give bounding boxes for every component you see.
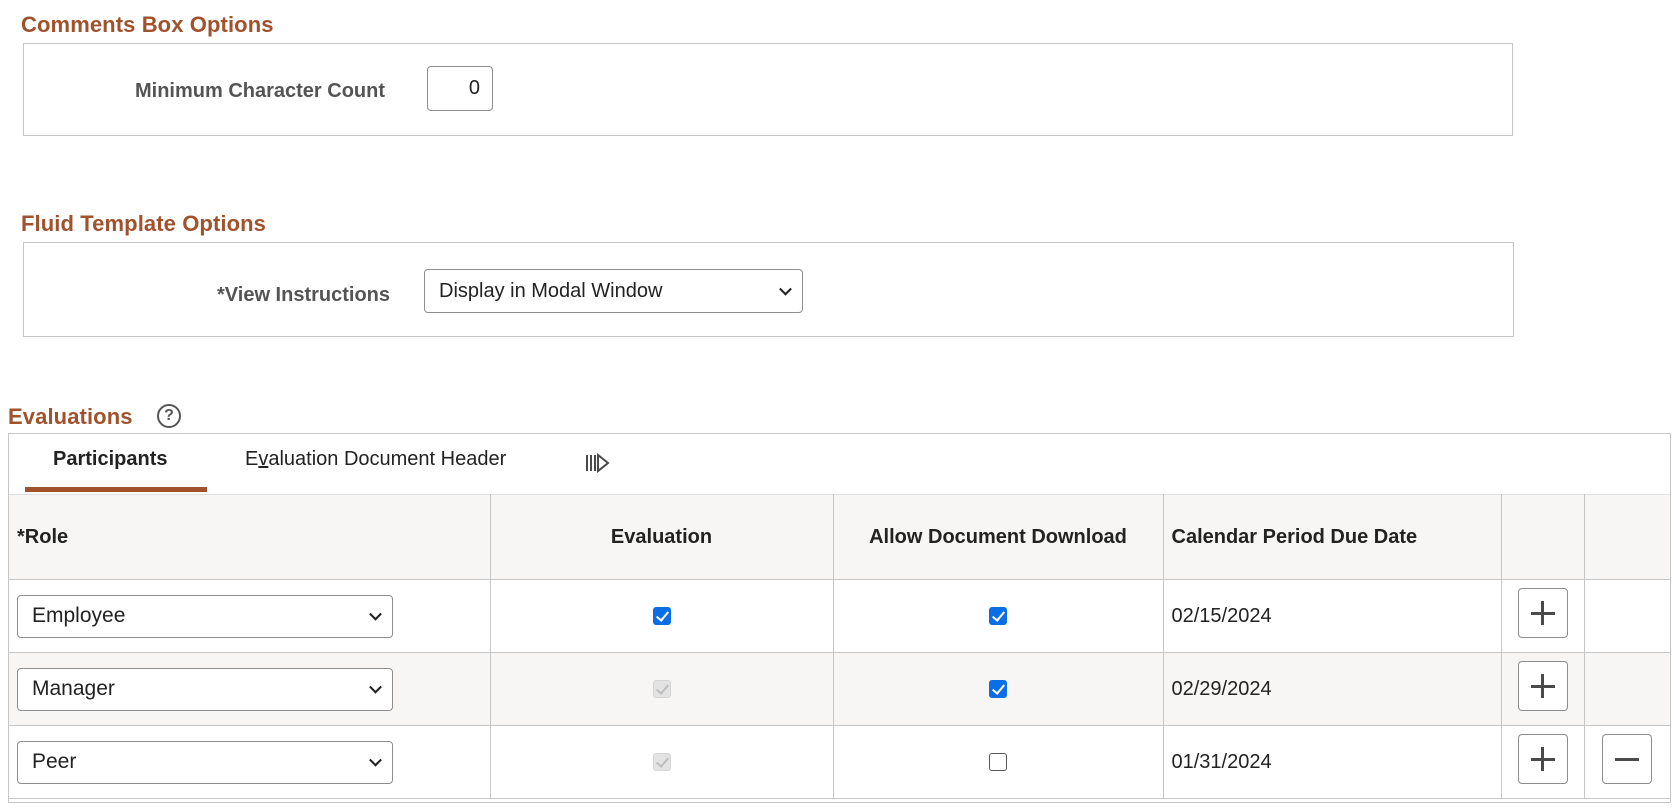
- table-row: Peer 01/31/2024: [9, 725, 1670, 799]
- show-all-columns-icon[interactable]: [584, 450, 610, 476]
- minus-icon: [1615, 757, 1640, 761]
- role-select[interactable]: Employee: [17, 594, 393, 638]
- role-value: Manager: [32, 677, 115, 700]
- allow-download-cell: [833, 652, 1164, 726]
- delete-row-button[interactable]: [1602, 734, 1653, 784]
- evaluation-cell: [490, 579, 834, 653]
- view-instructions-select[interactable]: Display in Modal Window: [424, 269, 803, 313]
- chevron-down-icon: [779, 282, 792, 296]
- tab-access-key: v: [258, 448, 269, 470]
- chevron-down-icon: [369, 607, 382, 621]
- participants-table: *Role Evaluation Allow Document Download…: [9, 494, 1670, 799]
- col-header-add: [1501, 494, 1585, 580]
- plus-icon-bar: [1541, 747, 1544, 771]
- evaluations-grid: Participants Evaluation Document Header …: [8, 433, 1671, 803]
- role-value: Employee: [32, 604, 126, 627]
- due-date-cell: 01/31/2024: [1163, 725, 1502, 799]
- col-header-evaluation[interactable]: Evaluation: [490, 494, 834, 580]
- col-header-role[interactable]: *Role: [9, 494, 491, 580]
- plus-icon-bar: [1541, 674, 1544, 698]
- tab-evaluation-document-header[interactable]: Evaluation Document Header: [245, 448, 506, 471]
- tab-label-pre: E: [245, 448, 259, 470]
- add-cell: [1501, 579, 1585, 653]
- tab-participants[interactable]: Participants: [53, 448, 167, 471]
- tab-label-post: aluation Document Header: [268, 448, 507, 470]
- table-row: Manager 02/29/2024: [9, 652, 1670, 726]
- col-header-due-date[interactable]: Calendar Period Due Date: [1163, 494, 1502, 580]
- table-header-row: *Role Evaluation Allow Document Download…: [9, 494, 1670, 580]
- evaluation-cell: [490, 652, 834, 726]
- role-value: Peer: [32, 750, 77, 773]
- add-row-button[interactable]: [1517, 588, 1568, 638]
- delete-cell: [1584, 725, 1670, 799]
- evaluation-checkbox: [652, 753, 671, 772]
- due-date-cell: 02/15/2024: [1163, 579, 1502, 653]
- active-tab-indicator: [25, 487, 207, 492]
- add-cell: [1501, 652, 1585, 726]
- chevron-down-icon: [369, 753, 382, 767]
- chevron-down-icon: [369, 680, 382, 694]
- add-cell: [1501, 725, 1585, 799]
- role-select[interactable]: Peer: [17, 740, 393, 784]
- view-instructions-value: Display in Modal Window: [439, 279, 663, 302]
- role-cell: Peer: [9, 725, 491, 799]
- col-header-allow-download[interactable]: Allow Document Download: [833, 494, 1164, 580]
- view-instructions-label: *View Instructions: [217, 284, 391, 306]
- comments-box-group: Minimum Character Count 0: [23, 43, 1513, 136]
- evaluation-cell: [490, 725, 834, 799]
- fluid-template-group: *View Instructions Display in Modal Wind…: [23, 242, 1514, 337]
- evaluation-checkbox: [652, 680, 671, 699]
- help-icon[interactable]: ?: [157, 404, 181, 428]
- allow-download-cell: [833, 725, 1164, 799]
- role-select[interactable]: Manager: [17, 667, 393, 711]
- add-row-button[interactable]: [1517, 734, 1568, 784]
- min-char-count-input[interactable]: 0: [427, 66, 493, 111]
- fluid-template-section-title: Fluid Template Options: [21, 211, 267, 236]
- plus-icon-bar: [1541, 601, 1544, 625]
- evaluations-section-title: Evaluations: [8, 404, 133, 429]
- comments-box-section-title: Comments Box Options: [21, 12, 274, 37]
- add-row-button[interactable]: [1517, 661, 1568, 711]
- delete-cell: [1584, 579, 1670, 653]
- due-date-cell: 02/29/2024: [1163, 652, 1502, 726]
- table-row: Employee 02/15/2024: [9, 579, 1670, 653]
- role-cell: Manager: [9, 652, 491, 726]
- delete-cell: [1584, 652, 1670, 726]
- allow-download-checkbox[interactable]: [989, 607, 1007, 626]
- evaluation-checkbox[interactable]: [652, 607, 671, 626]
- allow-download-checkbox[interactable]: [989, 753, 1007, 772]
- role-cell: Employee: [9, 579, 491, 653]
- col-header-delete: [1584, 494, 1670, 580]
- min-char-count-label: Minimum Character Count: [135, 80, 386, 102]
- allow-download-checkbox[interactable]: [989, 680, 1007, 699]
- allow-download-cell: [833, 579, 1164, 653]
